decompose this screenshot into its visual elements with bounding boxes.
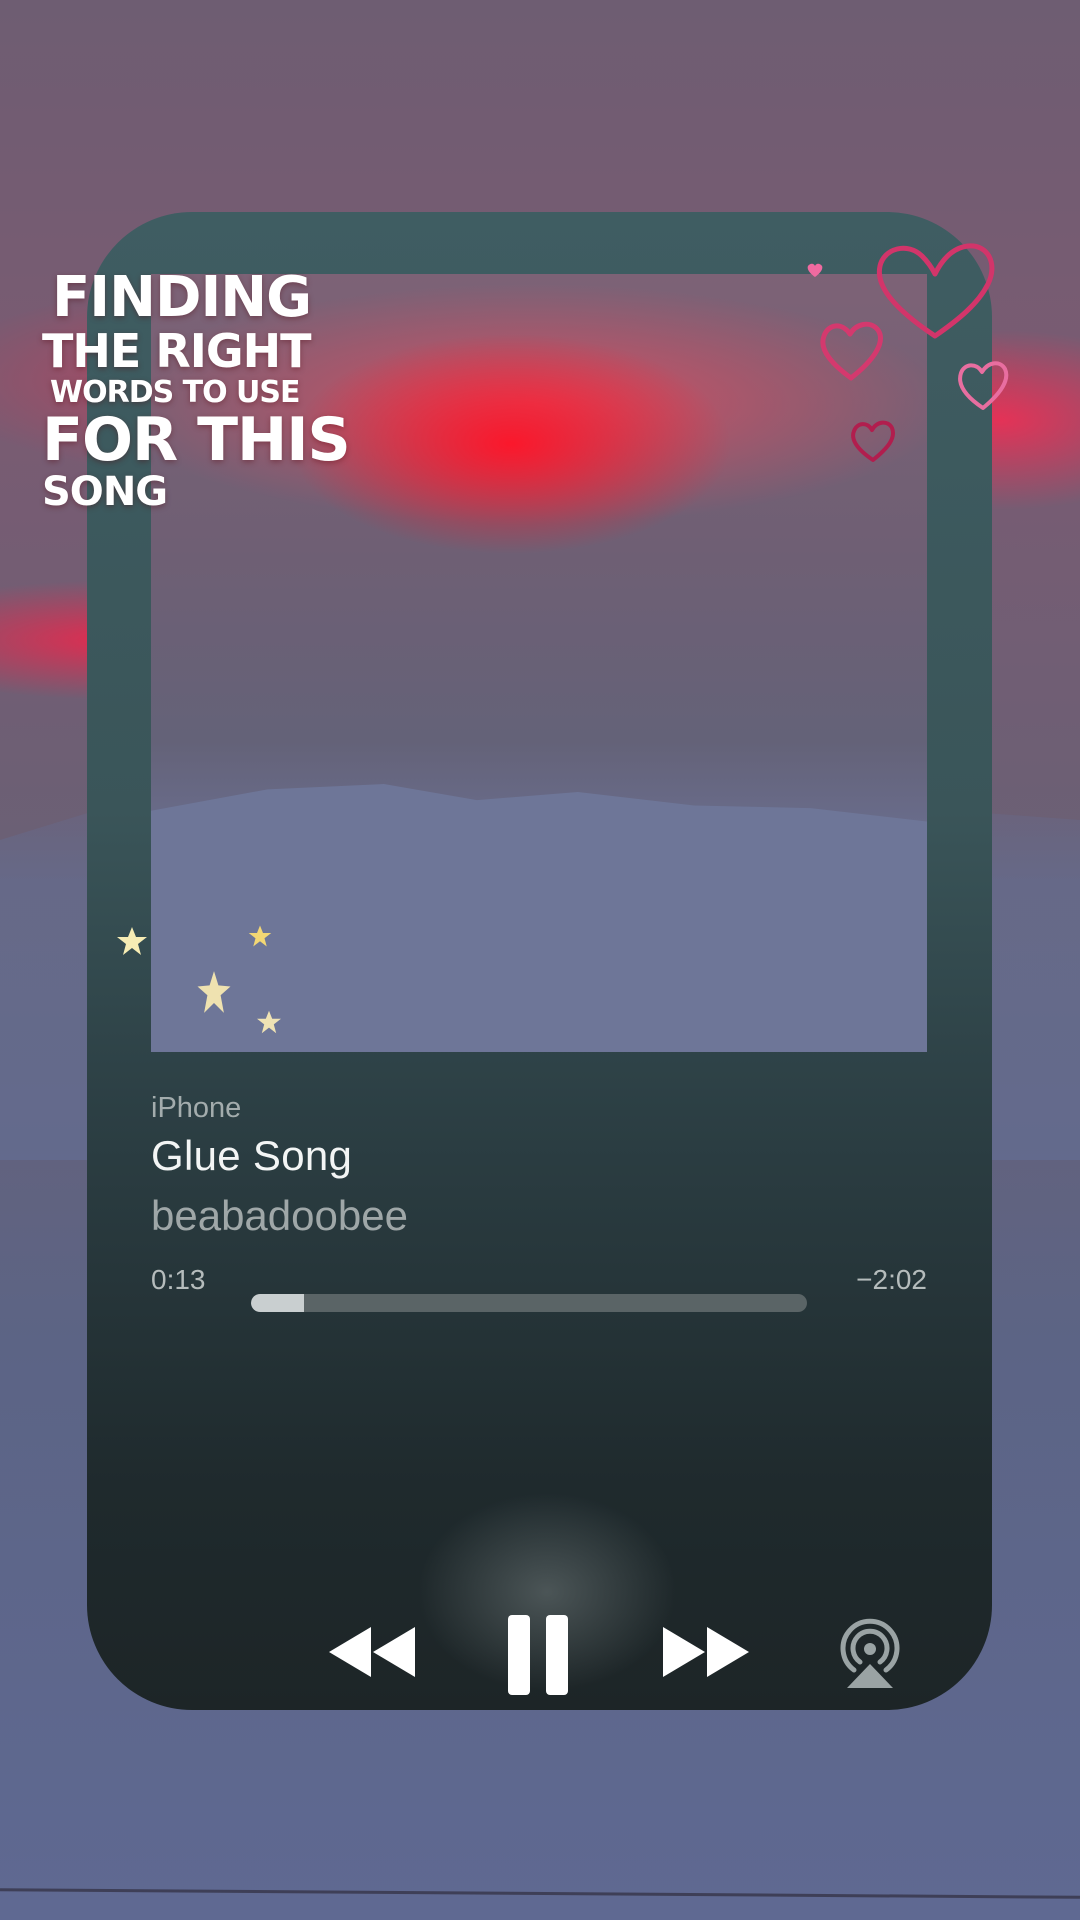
- playback-source-label: iPhone: [151, 1092, 242, 1124]
- fast-forward-button[interactable]: [661, 1622, 751, 1682]
- heart-sticker-tiny-icon: [807, 263, 823, 277]
- headline-line-3: WORDS TO USE: [50, 375, 301, 410]
- song-title[interactable]: Glue Song: [151, 1132, 352, 1180]
- star-sticker-icon: [197, 971, 231, 1013]
- elapsed-time: 0:13: [151, 1264, 206, 1295]
- story-headline: FINDING THE RIGHT WORDS TO USE FOR THIS …: [42, 265, 351, 515]
- heart-sticker-large-icon: [876, 243, 995, 339]
- pause-icon: [508, 1615, 568, 1695]
- airplay-icon: [840, 1618, 900, 1688]
- star-sticker-icon: [117, 927, 147, 955]
- headline-line-2: THE RIGHT: [42, 324, 311, 378]
- heart-sticker-pink-icon: [958, 361, 1009, 410]
- artist-name[interactable]: beabadoobee: [151, 1192, 408, 1240]
- headline-line-5: SONG: [42, 469, 168, 515]
- progress-scrubber[interactable]: [251, 1294, 807, 1312]
- remaining-time: −2:02: [856, 1264, 927, 1295]
- star-sticker-icon: [248, 925, 272, 947]
- star-sticker-icon: [257, 1010, 281, 1034]
- progress-fill: [251, 1294, 305, 1312]
- headline-line-4: FOR THIS: [42, 405, 351, 475]
- rewind-button[interactable]: [327, 1622, 417, 1682]
- heart-sticker-medium-icon: [820, 321, 883, 381]
- fast-forward-icon: [663, 1627, 749, 1677]
- airplay-button[interactable]: [831, 1612, 909, 1692]
- rewind-icon: [329, 1627, 415, 1677]
- headline-line-1: FINDING: [52, 265, 312, 330]
- heart-sticker-small-icon: [851, 420, 895, 462]
- pause-button[interactable]: [505, 1612, 571, 1698]
